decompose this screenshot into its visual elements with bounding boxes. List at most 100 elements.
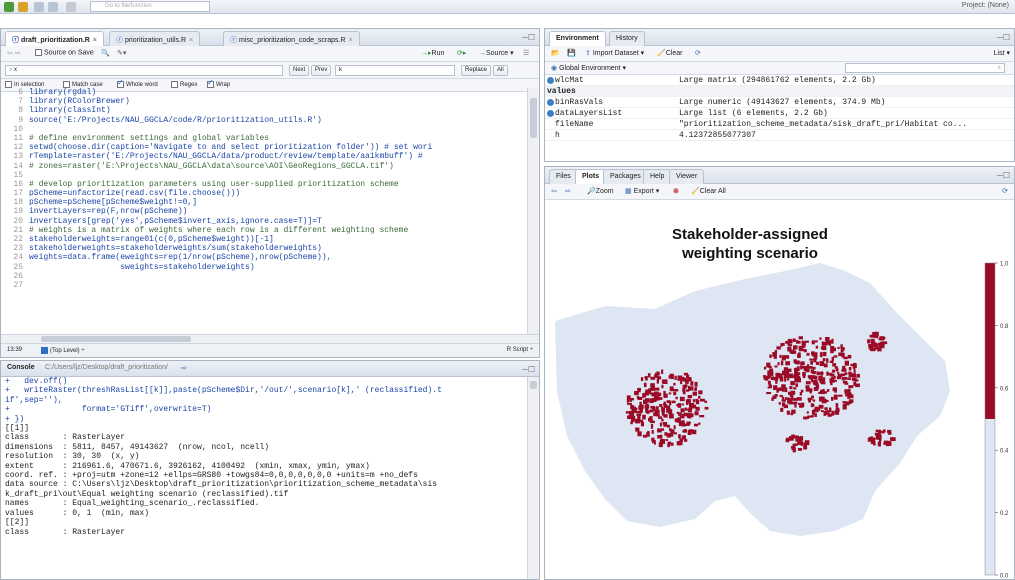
- replace-input[interactable]: k: [335, 65, 455, 76]
- high-priority-cell: [663, 404, 668, 408]
- console-line: + format='GTiff',overwrite=T): [5, 405, 212, 415]
- environment-search-input[interactable]: ⌕: [845, 63, 1005, 73]
- close-tab-icon[interactable]: ×: [93, 37, 97, 44]
- high-priority-cell: [792, 350, 797, 354]
- high-priority-cell: [663, 393, 668, 398]
- view-mode-selector[interactable]: List ▾: [994, 49, 1010, 57]
- high-priority-cell: [856, 373, 860, 378]
- file-type-selector[interactable]: R Script ÷: [507, 347, 533, 353]
- high-priority-cell: [810, 369, 814, 373]
- high-priority-cell: [829, 360, 834, 363]
- previous-plot-icon[interactable]: ⇦: [551, 187, 557, 195]
- zoom-button[interactable]: 🔎Zoom: [587, 187, 614, 195]
- high-priority-cell: [788, 397, 793, 403]
- save-workspace-icon[interactable]: 💾: [567, 49, 576, 57]
- scope-selector[interactable]: (Top Level) ÷: [41, 347, 85, 354]
- source-button[interactable]: →Source ▾: [479, 49, 514, 57]
- scroll-thumb[interactable]: [530, 98, 537, 138]
- code-line: 27: [1, 281, 527, 290]
- close-tab-icon[interactable]: ×: [189, 37, 193, 44]
- find-input[interactable]: ⌕ x: [5, 65, 283, 76]
- rerun-icon[interactable]: ⟳▸: [457, 49, 466, 57]
- export-label: Export: [633, 188, 654, 195]
- scope-dropdown[interactable]: ◉ Global Environment ▾: [551, 64, 626, 72]
- checkbox[interactable]: [5, 81, 12, 88]
- checkbox[interactable]: [207, 78, 214, 88]
- checkbox[interactable]: [63, 81, 70, 88]
- print-icon[interactable]: [66, 2, 76, 12]
- code-tools-icon[interactable]: ✎▾: [117, 49, 126, 57]
- environment-row[interactable]: wlcMat Large matrix (294861762 elements, …: [545, 75, 1014, 86]
- environment-row[interactable]: h 4.12372855077307: [545, 130, 1014, 141]
- environment-row[interactable]: binRasVals Large numeric (49143627 elemen…: [545, 97, 1014, 108]
- high-priority-cell: [787, 338, 792, 343]
- scroll-thumb[interactable]: [530, 381, 537, 389]
- scroll-thumb[interactable]: [41, 336, 191, 342]
- environment-toolbar: 📂 💾 ⇪ Import Dataset ▾ 🧹Clear ⟳ List ▾: [545, 46, 1014, 62]
- search-icon[interactable]: 🔍: [101, 49, 110, 57]
- open-project-icon[interactable]: [18, 2, 28, 12]
- tab-viewer[interactable]: Viewer: [669, 169, 705, 184]
- code-editor[interactable]: 6 library(rgdal) 7 library(RColorBrewer) 8 li…: [1, 88, 527, 334]
- outline-icon[interactable]: ☰: [523, 49, 529, 57]
- console-output[interactable]: + dev.off() + writeRaster(threshRasList[[…: [5, 377, 525, 579]
- go-to-directory-icon[interactable]: ⇨: [181, 364, 187, 372]
- save-icon[interactable]: [34, 2, 44, 12]
- clear-workspace-button[interactable]: 🧹Clear: [657, 49, 682, 57]
- expand-object-icon[interactable]: [547, 110, 554, 117]
- save-all-icon[interactable]: [48, 2, 58, 12]
- pane-window-controls-icon[interactable]: ─☐: [522, 365, 535, 374]
- environment-list: wlcMat Large matrix (294861762 elements, …: [545, 75, 1014, 141]
- editor-tab[interactable]: ⓡ prioritization_utils.R ×: [109, 31, 201, 46]
- environment-row[interactable]: dataLayersList Large list (6 elements, 2.…: [545, 108, 1014, 119]
- back-arrow-icon[interactable]: ⇦ ⇨: [7, 49, 21, 57]
- go-to-file-input[interactable]: Go to file/function: [90, 1, 210, 12]
- expand-object-icon[interactable]: [547, 77, 554, 84]
- high-priority-cell: [831, 396, 834, 401]
- tab-environment[interactable]: Environment: [549, 31, 606, 46]
- high-priority-cell: [785, 438, 790, 443]
- tab-plots[interactable]: Plots: [575, 169, 607, 184]
- tab-history[interactable]: History: [609, 31, 645, 46]
- high-priority-cell: [767, 386, 770, 389]
- console-line: + writeRaster(threshRasList[[k]],paste(p…: [5, 386, 442, 396]
- high-priority-cell: [662, 422, 668, 425]
- checkbox[interactable]: [171, 81, 178, 88]
- replace-button[interactable]: Replace: [461, 65, 492, 76]
- clear-all-button[interactable]: 🧹Clear All: [691, 187, 726, 195]
- console-vertical-scrollbar[interactable]: [527, 377, 539, 579]
- refresh-icon[interactable]: ⟳: [695, 49, 701, 57]
- editor-tab-label: prioritization_utils.R: [124, 37, 187, 44]
- close-tab-icon[interactable]: ×: [349, 37, 353, 44]
- import-dataset-button[interactable]: ⇪ Import Dataset ▾: [585, 49, 644, 57]
- editor-tab[interactable]: ⓡ misc_prioritization_code_scraps.R ×: [223, 31, 360, 46]
- tab-help[interactable]: Help: [643, 169, 672, 184]
- remove-plot-icon[interactable]: ⊗: [673, 187, 679, 195]
- source-on-save-toggle[interactable]: Source on Save: [35, 49, 94, 56]
- tab-packages[interactable]: Packages: [603, 169, 648, 184]
- editor-horizontal-scrollbar[interactable]: [1, 334, 539, 343]
- checkbox[interactable]: [117, 78, 124, 88]
- find-next-button[interactable]: Next: [289, 65, 310, 76]
- environment-row[interactable]: fileName "prioritization_scheme_metadata/…: [545, 119, 1014, 130]
- replace-all-button[interactable]: All: [493, 65, 508, 76]
- pane-window-controls-icon[interactable]: ─☐: [997, 33, 1010, 42]
- pane-window-controls-icon[interactable]: ─☐: [997, 171, 1010, 180]
- editor-vertical-scrollbar[interactable]: [527, 88, 539, 334]
- editor-tab[interactable]: ⓡ draft_prioritization.R ×: [5, 31, 104, 46]
- expand-object-icon[interactable]: [547, 99, 554, 106]
- run-button[interactable]: →▸Run: [421, 49, 444, 57]
- pane-window-controls-icon[interactable]: ─☐: [522, 33, 535, 42]
- project-menu[interactable]: Project: (None): [962, 2, 1009, 9]
- load-workspace-icon[interactable]: 📂: [551, 49, 560, 57]
- line-number: 17: [13, 189, 23, 199]
- next-plot-icon[interactable]: ⇨: [565, 187, 571, 195]
- source-on-save-checkbox[interactable]: [35, 49, 42, 56]
- refresh-plot-icon[interactable]: ⟳: [1002, 187, 1008, 195]
- tab-files[interactable]: Files: [549, 169, 578, 184]
- export-button[interactable]: ▦ Export ▾: [625, 187, 659, 195]
- find-prev-button[interactable]: Prev: [311, 65, 332, 76]
- new-file-icon[interactable]: [4, 2, 14, 12]
- high-priority-cell: [784, 377, 787, 382]
- high-priority-cell: [870, 436, 873, 441]
